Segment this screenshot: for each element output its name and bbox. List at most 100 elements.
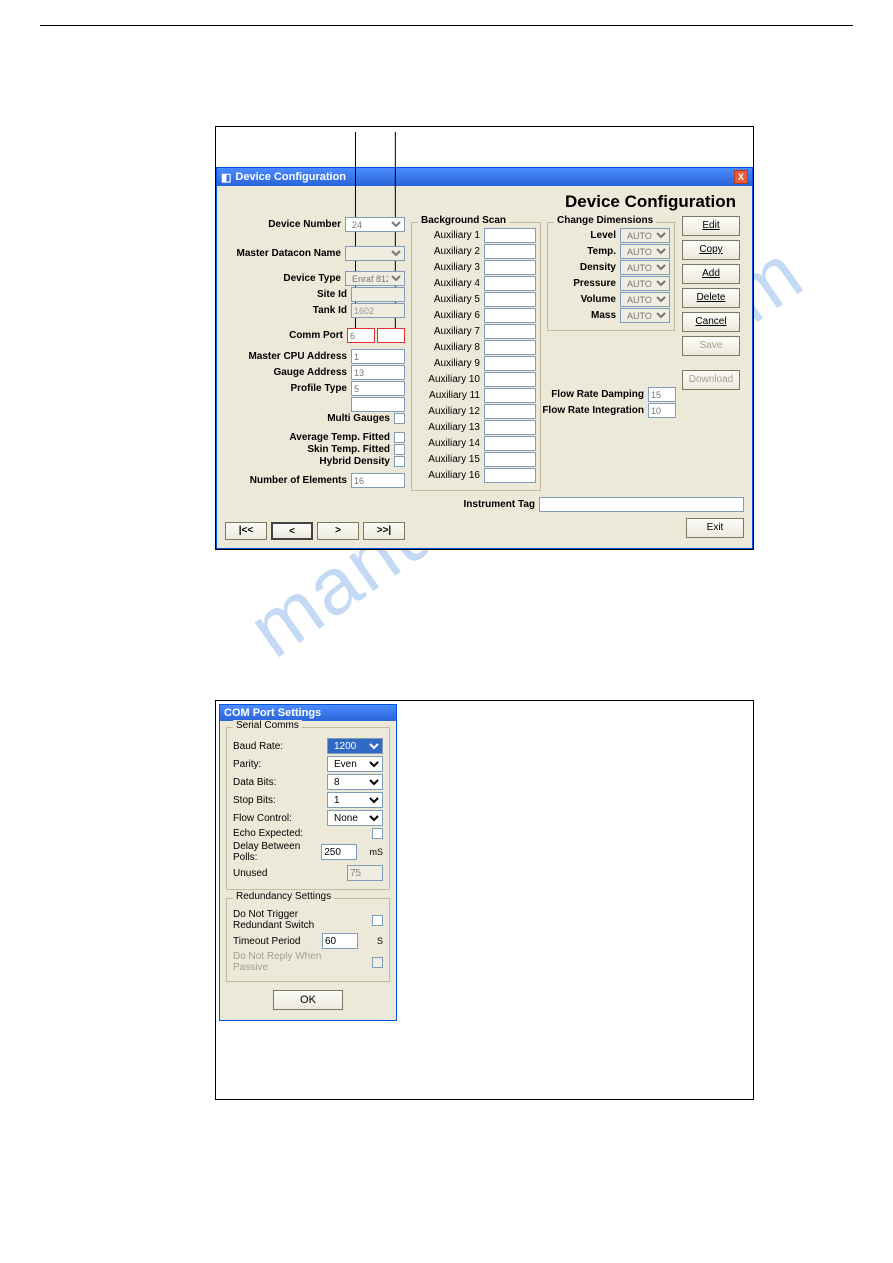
- data-bits-select[interactable]: 8: [327, 774, 383, 790]
- stop-bits-label: Stop Bits:: [233, 795, 305, 806]
- delay-unit: mS: [370, 847, 384, 857]
- flow-control-select[interactable]: None: [327, 810, 383, 826]
- hybrid-density-label: Hybrid Density: [225, 456, 392, 467]
- master-cpu-address-input[interactable]: [351, 349, 405, 364]
- window-icon: ◧: [221, 171, 231, 184]
- multi-gauges-checkbox[interactable]: [394, 413, 405, 424]
- profile-type-extra-input[interactable]: [351, 397, 405, 412]
- auxiliary-label: Auxiliary 4: [416, 278, 482, 289]
- auxiliary-label: Auxiliary 12: [416, 406, 482, 417]
- auxiliary-input[interactable]: [484, 340, 536, 355]
- auxiliary-input[interactable]: [484, 468, 536, 483]
- redundancy-legend: Redundancy Settings: [233, 891, 334, 902]
- close-icon[interactable]: X: [734, 170, 748, 184]
- hybrid-density-checkbox[interactable]: [394, 456, 405, 467]
- nav-next-button[interactable]: >: [317, 522, 359, 540]
- no-reply-when-passive-label: Do Not Reply When Passive: [233, 951, 333, 973]
- cancel-button[interactable]: Cancel: [682, 312, 740, 332]
- page-title: Device Configuration: [225, 190, 744, 216]
- serial-comms-group: Serial Comms Baud Rate: 1200 Parity: Eve…: [226, 727, 390, 890]
- device-number-select[interactable]: 24: [345, 217, 405, 232]
- comm-port-input-b[interactable]: [377, 328, 405, 343]
- master-datacon-name-select[interactable]: [345, 246, 405, 261]
- auxiliary-input[interactable]: [484, 244, 536, 259]
- nav-first-button[interactable]: |<<: [225, 522, 267, 540]
- exit-button[interactable]: Exit: [686, 518, 744, 538]
- dimension-label: Level: [552, 230, 618, 241]
- auxiliary-input[interactable]: [484, 404, 536, 419]
- auxiliary-input[interactable]: [484, 436, 536, 451]
- dimension-label: Pressure: [552, 278, 618, 289]
- dimension-select[interactable]: AUTO: [620, 228, 670, 243]
- auxiliary-label: Auxiliary 9: [416, 358, 482, 369]
- auxiliary-input[interactable]: [484, 452, 536, 467]
- delete-button[interactable]: Delete: [682, 288, 740, 308]
- tank-id-label: Tank Id: [225, 305, 349, 316]
- auxiliary-label: Auxiliary 15: [416, 454, 482, 465]
- unused-input: [347, 865, 383, 881]
- delay-between-polls-input[interactable]: [321, 844, 357, 860]
- com-port-settings-screenshot: COM Port Settings Serial Comms Baud Rate…: [215, 700, 754, 1100]
- site-id-input[interactable]: [351, 287, 405, 302]
- auxiliary-input[interactable]: [484, 324, 536, 339]
- auxiliary-input[interactable]: [484, 260, 536, 275]
- auxiliary-input[interactable]: [484, 276, 536, 291]
- delay-between-polls-label: Delay Between Polls:: [233, 841, 311, 863]
- flow-rate-integration-input[interactable]: [648, 403, 676, 418]
- gauge-address-input[interactable]: [351, 365, 405, 380]
- edit-button[interactable]: Edit: [682, 216, 740, 236]
- number-of-elements-input[interactable]: [351, 473, 405, 488]
- skin-temp-fitted-checkbox[interactable]: [394, 444, 405, 455]
- no-trigger-checkbox[interactable]: [372, 915, 383, 926]
- no-trigger-label: Do Not Trigger Redundant Switch: [233, 909, 333, 931]
- flow-rate-damping-input[interactable]: [648, 387, 676, 402]
- auxiliary-label: Auxiliary 10: [416, 374, 482, 385]
- com-port-settings-window: COM Port Settings Serial Comms Baud Rate…: [219, 704, 397, 1021]
- change-dimensions-legend: Change Dimensions: [554, 215, 656, 226]
- dimension-select[interactable]: AUTO: [620, 260, 670, 275]
- nav-last-button[interactable]: >>|: [363, 522, 405, 540]
- auxiliary-input[interactable]: [484, 308, 536, 323]
- dimension-select[interactable]: AUTO: [620, 244, 670, 259]
- instrument-tag-input[interactable]: [539, 497, 744, 512]
- background-scan-legend: Background Scan: [418, 215, 509, 226]
- profile-type-input[interactable]: [351, 381, 405, 396]
- nav-prev-button[interactable]: <: [271, 522, 313, 540]
- dimension-select[interactable]: AUTO: [620, 276, 670, 291]
- add-button[interactable]: Add: [682, 264, 740, 284]
- redundancy-settings-group: Redundancy Settings Do Not Trigger Redun…: [226, 898, 390, 982]
- echo-expected-checkbox[interactable]: [372, 828, 383, 839]
- site-id-label: Site Id: [225, 289, 349, 300]
- avg-temp-fitted-checkbox[interactable]: [394, 432, 405, 443]
- baud-rate-label: Baud Rate:: [233, 741, 305, 752]
- dimension-label: Mass: [552, 310, 618, 321]
- save-button[interactable]: Save: [682, 336, 740, 356]
- baud-rate-select[interactable]: 1200: [327, 738, 383, 754]
- download-button[interactable]: Download: [682, 370, 740, 390]
- flow-rate-integration-label: Flow Rate Integration: [542, 405, 646, 416]
- unused-label: Unused: [233, 868, 305, 879]
- timeout-period-input[interactable]: [322, 933, 358, 949]
- auxiliary-input[interactable]: [484, 292, 536, 307]
- avg-temp-fitted-label: Average Temp. Fitted: [225, 432, 392, 443]
- auxiliary-label: Auxiliary 13: [416, 422, 482, 433]
- profile-type-label: Profile Type: [225, 383, 349, 394]
- auxiliary-input[interactable]: [484, 420, 536, 435]
- titlebar: ◧ Device Configuration X: [217, 168, 752, 186]
- ok-button[interactable]: OK: [273, 990, 343, 1010]
- auxiliary-input[interactable]: [484, 372, 536, 387]
- dimension-select[interactable]: AUTO: [620, 308, 670, 323]
- device-type-select[interactable]: Enraf 812/25: [345, 271, 405, 286]
- tank-id-input[interactable]: [351, 303, 405, 318]
- auxiliary-input[interactable]: [484, 228, 536, 243]
- copy-button[interactable]: Copy: [682, 240, 740, 260]
- flow-control-label: Flow Control:: [233, 813, 305, 824]
- auxiliary-label: Auxiliary 8: [416, 342, 482, 353]
- auxiliary-input[interactable]: [484, 356, 536, 371]
- parity-select[interactable]: Even: [327, 756, 383, 772]
- background-scan-group: Background Scan Auxiliary 1Auxiliary 2Au…: [411, 222, 541, 491]
- comm-port-input-a[interactable]: [347, 328, 375, 343]
- stop-bits-select[interactable]: 1: [327, 792, 383, 808]
- auxiliary-input[interactable]: [484, 388, 536, 403]
- dimension-select[interactable]: AUTO: [620, 292, 670, 307]
